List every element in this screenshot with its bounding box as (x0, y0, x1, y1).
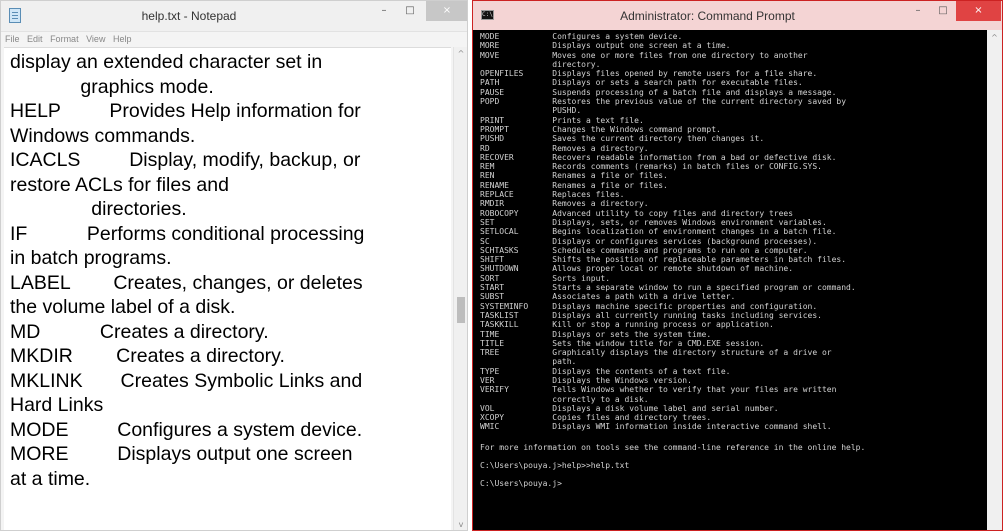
cmd-minimize-button[interactable]: – (905, 1, 931, 21)
menu-help[interactable]: Help (113, 32, 132, 46)
cmd-output-line: TREE Graphically displays the directory … (480, 348, 832, 358)
notepad-text-area[interactable]: display an extended character set in gra… (4, 47, 451, 530)
notepad-scroll-thumb[interactable] (457, 297, 465, 323)
cmd-output-line: PRINT Prints a text file. (480, 115, 644, 125)
cmd-window-title: Administrator: Command Prompt (620, 9, 795, 23)
cmd-output-line: RENAME Renames a file or files. (480, 180, 668, 190)
cmd-prompt-line[interactable]: C:\Users\pouya.j> (480, 479, 980, 488)
cmd-titlebar[interactable]: C:\ Administrator: Command Prompt – □ × (473, 1, 1002, 30)
cmd-output-line: RD Removes a directory. (480, 143, 649, 153)
cmd-output-line: VOL Displays a disk volume label and ser… (480, 403, 779, 413)
notepad-window: help.txt - Notepad – □ × File Edit Forma… (0, 0, 468, 531)
cmd-help-list: MODE Configures a system device. MORE Dis… (480, 32, 980, 432)
cmd-output-line: RECOVER Recovers readable information fr… (480, 152, 837, 162)
cmd-output-line: PUSHD. (480, 106, 582, 116)
cmd-scroll-up-arrow-icon[interactable]: ^ (987, 30, 1002, 46)
cmd-output-line: SYSTEMINFO Displays machine specific pro… (480, 301, 818, 311)
notepad-close-button[interactable]: × (426, 1, 467, 21)
cmd-output-line: PUSHD Saves the current directory then c… (480, 134, 765, 144)
menu-format[interactable]: Format (50, 32, 79, 46)
cmd-output-line: TITLE Sets the window title for a CMD.EX… (480, 338, 765, 348)
cmd-output-line: POPD Restores the previous value of the … (480, 97, 847, 107)
notepad-window-title: help.txt - Notepad (141, 9, 237, 23)
notepad-menubar: File Edit Format View Help (1, 32, 467, 46)
menu-file[interactable]: File (5, 32, 20, 46)
cmd-vertical-scrollbar[interactable]: ^ (987, 30, 1002, 530)
notepad-vertical-scrollbar[interactable]: ^ v (453, 47, 467, 530)
cmd-output-line: PAUSE Suspends processing of a batch fil… (480, 87, 837, 97)
cmd-output-line: PROMPT Changes the Windows command promp… (480, 124, 721, 134)
cmd-output-line: XCOPY Copies files and directory trees. (480, 413, 712, 423)
cmd-output-line: PATH Displays or sets a search path for … (480, 78, 803, 88)
cmd-output-line: directory. (480, 59, 601, 69)
cmd-output-line: SCHTASKS Schedules commands and programs… (480, 245, 808, 255)
cmd-command-line: C:\Users\pouya.j>help>>help.txt (480, 461, 630, 471)
cmd-maximize-button[interactable]: □ (930, 1, 956, 21)
notepad-scroll-up-arrow-icon[interactable]: ^ (454, 47, 467, 61)
notepad-titlebar[interactable]: help.txt - Notepad – □ × (1, 1, 467, 32)
cmd-output-line: WMIC Displays WMI information inside int… (480, 422, 832, 432)
cmd-output-line: correctly to a disk. (480, 394, 649, 404)
cmd-output-line: TASKKILL Kill or stop a running process … (480, 320, 774, 330)
cmd-output-line: REN Renames a file or files. (480, 171, 668, 181)
cmd-output-line: RMDIR Removes a directory. (480, 199, 649, 209)
cmd-output-line: REM Records comments (remarks) in batch … (480, 162, 822, 172)
cmd-console-output[interactable]: MODE Configures a system device. MORE Dis… (480, 32, 980, 530)
cmd-output-line: path. (480, 357, 577, 367)
cmd-output-line: OPENFILES Displays files opened by remot… (480, 69, 818, 79)
notepad-minimize-button[interactable]: – (371, 1, 397, 21)
cmd-output-line: MORE Displays output one screen at a tim… (480, 41, 731, 51)
cmd-output-line: SUBST Associates a path with a drive let… (480, 292, 736, 302)
cmd-output-line: TASKLIST Displays all currently running … (480, 310, 822, 320)
notepad-scroll-down-arrow-icon[interactable]: v (454, 518, 467, 530)
menu-view[interactable]: View (86, 32, 105, 46)
cmd-output-line: SORT Sorts input. (480, 273, 611, 283)
cmd-output-line: MODE Configures a system device. (480, 32, 683, 41)
cmd-output-line: VERIFY Tells Windows whether to verify t… (480, 385, 837, 395)
notepad-maximize-button[interactable]: □ (397, 1, 423, 21)
cmd-output-line: START Starts a separate window to run a … (480, 283, 856, 293)
cmd-output-line: SET Displays, sets, or removes Windows e… (480, 217, 827, 227)
cmd-window: C:\ Administrator: Command Prompt – □ × … (472, 0, 1003, 531)
cmd-output-line: SETLOCAL Begins localization of environm… (480, 227, 837, 237)
cmd-output-line: REPLACE Replaces files. (480, 190, 625, 200)
notepad-text-content[interactable]: display an extended character set in gra… (4, 48, 451, 491)
cmd-output-line: TIME Displays or sets the system time. (480, 329, 712, 339)
cmd-output-line: ROBOCOPY Advanced utility to copy files … (480, 208, 794, 218)
cmd-info-line: For more information on tools see the co… (480, 442, 866, 452)
cmd-output-line: SC Displays or configures services (back… (480, 236, 818, 246)
cmd-output-line: VER Displays the Windows version. (480, 375, 692, 385)
cmd-output-line: SHUTDOWN Allows proper local or remote s… (480, 264, 794, 274)
menu-edit[interactable]: Edit (27, 32, 43, 46)
cmd-output-line: MOVE Moves one or more files from one di… (480, 50, 808, 60)
cmd-output-line: SHIFT Shifts the position of replaceable… (480, 255, 847, 265)
cmd-close-button[interactable]: × (956, 1, 1001, 21)
cmd-output-line: TYPE Displays the contents of a text fil… (480, 366, 731, 376)
